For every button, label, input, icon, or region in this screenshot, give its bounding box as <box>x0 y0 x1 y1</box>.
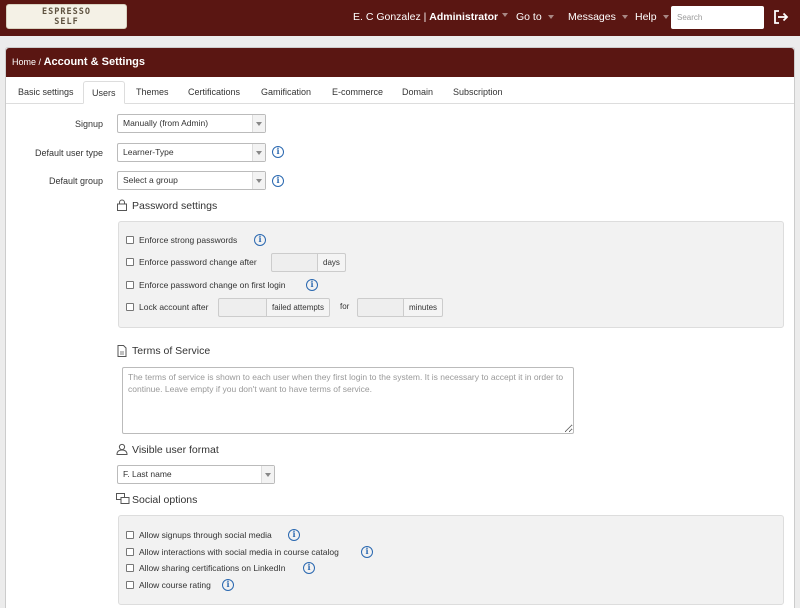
lock-icon <box>117 199 127 211</box>
nav-messages[interactable]: Messages <box>568 11 628 23</box>
logout-icon[interactable] <box>773 10 789 24</box>
caret-down-icon <box>621 15 628 20</box>
tab-basic-settings[interactable]: Basic settings <box>10 81 82 104</box>
tab-gamification[interactable]: Gamification <box>253 81 319 104</box>
info-icon[interactable]: i <box>288 529 300 541</box>
breadcrumb-separator: / <box>38 57 42 67</box>
social-options-well <box>118 515 784 605</box>
terms-of-service-textarea[interactable] <box>122 367 574 434</box>
info-icon[interactable]: i <box>272 146 284 158</box>
enforce-change-first-login-label: Enforce password change on first login <box>139 280 286 290</box>
info-icon[interactable]: i <box>361 546 373 558</box>
chevron-down-icon <box>261 466 274 483</box>
tab-users[interactable]: Users <box>83 81 125 104</box>
allow-course-rating-checkbox[interactable] <box>126 581 134 589</box>
logo-line2: SELF <box>54 17 79 27</box>
top-navbar: ESPRESSO SELF E. C Gonzalez | Administra… <box>0 0 800 36</box>
failed-attempts-input[interactable] <box>218 298 267 317</box>
signup-select[interactable]: Manually (from Admin) <box>117 114 266 133</box>
breadcrumb: Home / Account & Settings <box>6 48 794 77</box>
default-group-select[interactable]: Select a group <box>117 171 266 190</box>
allow-social-interactions-label: Allow interactions with social media in … <box>139 547 339 557</box>
document-icon <box>117 345 127 357</box>
nav-goto[interactable]: Go to <box>516 11 554 23</box>
allow-social-signups-checkbox[interactable] <box>126 531 134 539</box>
caret-down-icon <box>547 15 554 20</box>
nav-goto-label: Go to <box>516 11 542 23</box>
default-group-value: Select a group <box>123 175 178 185</box>
lock-account-checkbox[interactable] <box>126 303 134 311</box>
info-icon[interactable]: i <box>303 562 315 574</box>
default-user-type-select[interactable]: Learner-Type <box>117 143 266 162</box>
tab-subscription[interactable]: Subscription <box>445 81 511 104</box>
nav-help[interactable]: Help <box>635 11 669 23</box>
search-input[interactable] <box>671 6 764 29</box>
page-title: Account & Settings <box>43 56 146 68</box>
nav-help-label: Help <box>635 11 657 23</box>
lock-minutes-input[interactable] <box>357 298 404 317</box>
visible-user-format-select[interactable]: F. Last name <box>117 465 275 484</box>
user-role: Administrator <box>429 11 499 23</box>
allow-course-rating-label: Allow course rating <box>139 580 211 590</box>
nav-messages-label: Messages <box>568 11 616 23</box>
info-icon[interactable]: i <box>222 579 234 591</box>
visible-user-format-title: Visible user format <box>132 444 219 456</box>
settings-panel: Home / Account & Settings Basic settings… <box>5 47 795 608</box>
user-menu[interactable]: E. C Gonzalez | Administrator <box>353 11 498 23</box>
chat-bubbles-icon <box>116 493 130 504</box>
user-menu-caret-icon[interactable] <box>502 13 508 17</box>
tab-themes[interactable]: Themes <box>128 81 177 104</box>
social-options-title: Social options <box>132 494 198 506</box>
allow-linkedin-sharing-checkbox[interactable] <box>126 564 134 572</box>
allow-social-signups-label: Allow signups through social media <box>139 530 272 540</box>
tab-certifications[interactable]: Certifications <box>180 81 248 104</box>
chevron-down-icon <box>252 172 265 189</box>
caret-down-icon <box>662 15 669 20</box>
info-icon[interactable]: i <box>272 175 284 187</box>
enforce-password-change-checkbox[interactable] <box>126 258 134 266</box>
default-user-type-value: Learner-Type <box>123 147 174 157</box>
allow-linkedin-sharing-label: Allow sharing certifications on LinkedIn <box>139 563 286 573</box>
failed-attempts-addon: failed attempts <box>267 298 331 317</box>
user-icon <box>116 443 128 455</box>
signup-select-value: Manually (from Admin) <box>123 118 209 128</box>
default-group-label: Default group <box>48 176 103 186</box>
terms-of-service-title: Terms of Service <box>132 345 211 357</box>
breadcrumb-home[interactable]: Home <box>12 57 36 67</box>
allow-social-interactions-checkbox[interactable] <box>126 548 134 556</box>
tab-ecommerce[interactable]: E-commerce <box>324 81 391 104</box>
enforce-strong-passwords-label: Enforce strong passwords <box>139 235 238 245</box>
password-settings-title: Password settings <box>132 200 218 212</box>
user-separator: | <box>423 11 427 23</box>
app-logo[interactable]: ESPRESSO SELF <box>6 4 127 29</box>
logo-line1: ESPRESSO <box>42 7 91 17</box>
default-user-type-label: Default user type <box>34 148 103 158</box>
password-change-days-input[interactable] <box>271 253 318 272</box>
lock-account-label: Lock account after <box>139 302 209 312</box>
chevron-down-icon <box>252 144 265 161</box>
signup-label: Signup <box>74 119 103 129</box>
visible-user-format-value: F. Last name <box>123 469 172 479</box>
user-name: E. C Gonzalez <box>353 11 421 23</box>
minutes-addon: minutes <box>404 298 444 317</box>
tab-domain[interactable]: Domain <box>394 81 441 104</box>
chevron-down-icon <box>252 115 265 132</box>
for-text: for <box>340 302 350 311</box>
settings-tabs: Basic settings Users Themes Certificatio… <box>6 77 794 104</box>
enforce-password-change-label: Enforce password change after <box>139 257 257 267</box>
info-icon[interactable]: i <box>306 279 318 291</box>
info-icon[interactable]: i <box>254 234 266 246</box>
enforce-change-first-login-checkbox[interactable] <box>126 281 134 289</box>
enforce-strong-passwords-checkbox[interactable] <box>126 236 134 244</box>
days-addon: days <box>318 253 346 272</box>
